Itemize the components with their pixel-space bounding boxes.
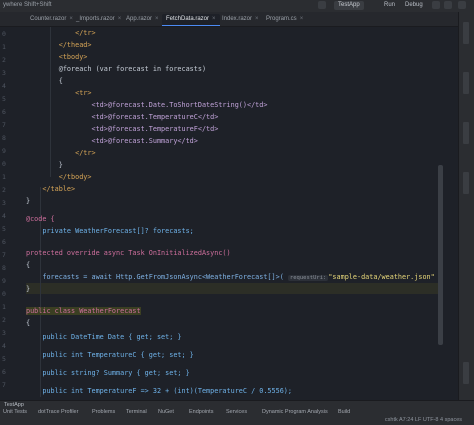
bottom-toolbar: TestApp Unit Tests dotTrace Profiler Pro… — [0, 400, 474, 425]
code-line: { — [26, 319, 31, 327]
tool-terminal[interactable]: Terminal — [126, 409, 147, 415]
code-line: </tbody> — [26, 173, 92, 181]
tab-fetchdata[interactable]: FetchData.razor × — [162, 14, 220, 26]
close-icon[interactable]: × — [118, 16, 122, 22]
code-line: public class WeatherForecast — [26, 307, 141, 315]
tab-index[interactable]: Index.razor × — [218, 14, 263, 25]
code-line: { — [26, 261, 31, 269]
close-icon[interactable]: × — [300, 16, 304, 22]
close-icon[interactable]: × — [255, 16, 259, 22]
line-gutter[interactable]: 0 1 2 3 4 5 6 7 8 9 0 1 2 3 4 5 6 7 8 9 … — [0, 27, 26, 400]
tab-app[interactable]: App.razor × — [122, 14, 163, 25]
hammer-icon[interactable] — [318, 1, 326, 9]
status-bar: cshtk A7:24 LF UTF-8 4 spaces — [384, 417, 462, 423]
code-line: <td>@forecast.TemperatureF</td> — [26, 125, 219, 133]
code-line: public int TemperatureF => 32 + (int)(Te… — [26, 387, 292, 395]
right-tool-strip — [458, 12, 474, 400]
code-line: <td>@forecast.TemperatureC</td> — [26, 113, 219, 121]
code-editor[interactable]: </tr> </thead> <tbody> @foreach (var for… — [26, 27, 438, 400]
code-line: @code { — [26, 215, 55, 223]
param-hint: requestUri: — [287, 275, 329, 281]
close-icon[interactable]: × — [212, 16, 216, 22]
code-line: </table> — [26, 185, 76, 193]
code-line: </tr> — [26, 149, 96, 157]
tool-window-icon[interactable] — [463, 72, 469, 94]
run-button[interactable]: Run — [384, 2, 395, 8]
code-line: private WeatherForecast[]? forecasts; — [26, 227, 194, 235]
search-everywhere-hint[interactable]: ywhere Shift+Shift — [3, 2, 52, 8]
code-line: protected override async Task OnInitiali… — [26, 249, 231, 257]
code-line: <td>@forecast.Date.ToShortDateString()</… — [26, 101, 268, 109]
code-line: <tbody> — [26, 53, 88, 61]
tool-window-icon[interactable] — [463, 172, 469, 194]
code-line: public int TemperatureC { get; set; } — [26, 351, 194, 359]
user-icon[interactable] — [458, 1, 466, 9]
tab-imports[interactable]: _Imports.razor × — [72, 14, 125, 25]
close-icon[interactable]: × — [155, 16, 159, 22]
tool-build[interactable]: Build — [338, 409, 350, 415]
tool-dpa[interactable]: Dynamic Program Analysis — [262, 409, 328, 415]
tool-dottrace[interactable]: dotTrace Profiler — [38, 409, 78, 415]
code-line: </tr> — [26, 29, 96, 37]
scrollbar-thumb[interactable] — [438, 165, 443, 345]
title-bar: ywhere Shift+Shift TestApp Run Debug — [0, 0, 474, 12]
code-line: @foreach (var forecast in forecasts) — [26, 65, 207, 73]
code-line: <tr> — [26, 89, 92, 97]
tool-window-icon[interactable] — [463, 362, 469, 384]
tool-window-icon[interactable] — [463, 22, 469, 44]
editor-tabs: Counter.razor × _Imports.razor × App.razor… — [0, 12, 474, 27]
tool-endpoints[interactable]: Endpoints — [189, 409, 213, 415]
code-line: <td>@forecast.Summary</td> — [26, 137, 198, 145]
search-icon[interactable] — [444, 1, 452, 9]
code-line: </thead> — [26, 41, 92, 49]
code-line: } — [26, 197, 31, 205]
tool-unit-tests[interactable]: Unit Tests — [3, 409, 27, 415]
tool-problems[interactable]: Problems — [92, 409, 115, 415]
tab-counter[interactable]: Counter.razor × — [26, 14, 77, 25]
code-line: public string? Summary { get; set; } — [26, 369, 190, 377]
tab-program[interactable]: Program.cs × — [262, 14, 307, 25]
code-line: { — [26, 77, 63, 85]
code-line: } — [26, 161, 63, 169]
breadcrumb[interactable]: TestApp — [4, 402, 24, 408]
current-line-highlight — [26, 283, 438, 294]
code-line: forecasts = await Http.GetFromJsonAsync<… — [26, 273, 435, 281]
code-line: public DateTime Date { get; set; } — [26, 333, 182, 341]
tool-services[interactable]: Services — [226, 409, 247, 415]
settings-icon[interactable] — [432, 1, 440, 9]
tool-nuget[interactable]: NuGet — [158, 409, 174, 415]
run-config-select[interactable]: TestApp — [334, 1, 364, 10]
tool-window-icon[interactable] — [463, 122, 469, 144]
debug-button[interactable]: Debug — [405, 2, 423, 8]
code-line: } — [26, 285, 31, 293]
